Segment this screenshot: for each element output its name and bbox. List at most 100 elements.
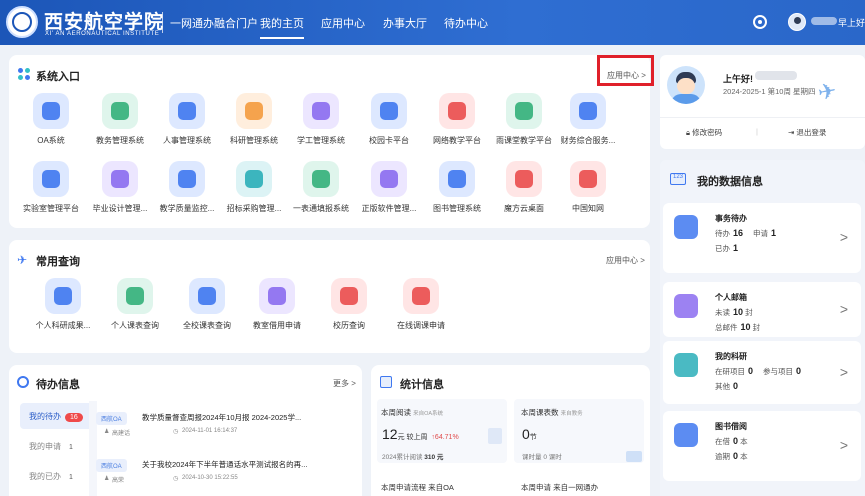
stat-apply-label: 本周申请 来自一网通办 <box>521 483 599 492</box>
plane-icon: ✈ <box>17 253 28 267</box>
app-tile[interactable]: 学工管理系统 <box>290 93 352 146</box>
school-seal-icon <box>6 6 38 38</box>
data-info-item[interactable]: 事务待办 待办 16 申请 1 已办 1 > <box>663 203 861 273</box>
data-item-field: 逾期 0 本 <box>715 451 748 461</box>
data-info-item[interactable]: 我的科研 在研项目 0 参与项目 0 其他 0 > <box>663 341 861 404</box>
stat-reading-change: ↑64.71% <box>431 434 459 441</box>
app-icon <box>506 93 542 129</box>
stats-title: 统计信息 <box>400 379 444 391</box>
data-item-field: 已办 1 <box>715 243 738 253</box>
query-tile[interactable]: 教室借用申请 <box>246 278 308 331</box>
app-icon <box>303 161 339 197</box>
tab-my-done[interactable]: 我的已办 1 <box>20 463 94 489</box>
logout-button[interactable]: ⇥ 退出登录 <box>788 127 826 138</box>
app-tile[interactable]: 教务管理系统 <box>89 93 151 146</box>
stat-reading-unit: 元 较上周 <box>397 434 428 441</box>
data-field-key: 总邮件 <box>715 323 738 332</box>
query-icon <box>189 278 225 314</box>
data-item-title: 个人邮箱 <box>715 293 747 302</box>
nav-todo-center[interactable]: 待办中心 <box>444 15 488 31</box>
query-label: 校历查询 <box>333 321 365 330</box>
app-tile[interactable]: 雨课堂教学平台 <box>493 93 555 146</box>
app-tile[interactable]: 魔方云桌面 <box>493 161 555 214</box>
app-tile[interactable]: 财务综合服务... <box>557 93 619 146</box>
stat-class-foot-label: 课时量 <box>522 454 542 461</box>
app-label: 学工管理系统 <box>297 136 345 145</box>
app-label: 网络教学平台 <box>433 136 481 145</box>
todo-more-link[interactable]: 更多 > <box>333 378 356 389</box>
top-greeting: 早上好 <box>838 18 865 28</box>
app-tile[interactable]: 招标采购管理... <box>223 161 285 214</box>
app-label: 一表通填报系统 <box>293 204 349 213</box>
app-tile[interactable]: 科研管理系统 <box>223 93 285 146</box>
data-field-key: 其他 <box>715 382 730 391</box>
nav-my-home[interactable]: 我的主页 <box>260 15 304 39</box>
profile-name-redacted <box>755 71 797 80</box>
app-tile[interactable]: 校园卡平台 <box>358 93 420 146</box>
todo-item-author: 高建话 <box>112 431 131 437</box>
change-password-label: 修改密码 <box>692 128 723 137</box>
query-tile[interactable]: 校历查询 <box>318 278 380 331</box>
query-tile[interactable]: 全校课表查询 <box>176 278 238 331</box>
gear-icon[interactable] <box>753 15 767 29</box>
portal-title[interactable]: 一网通办融合门户 <box>170 15 258 31</box>
app-tile[interactable]: 实验室管理平台 <box>20 161 82 214</box>
query-tile[interactable]: 个人科研成果... <box>32 278 94 331</box>
stat-class-number: 0 <box>522 426 530 442</box>
tab-my-applications-label: 我的申请 <box>29 442 61 451</box>
app-tile[interactable]: 正版软件管理... <box>358 161 420 214</box>
tab-my-todo[interactable]: 我的待办 16 <box>20 403 94 429</box>
query-icon <box>45 278 81 314</box>
chevron-right-icon[interactable]: > <box>840 229 848 245</box>
todo-source-tag: 西航OA <box>96 412 127 425</box>
stat-reading-label-text: 本周阅读 <box>381 408 411 417</box>
data-item-icon <box>674 353 698 377</box>
change-password-button[interactable]: 🔒︎ 修改密码 <box>686 127 722 138</box>
query-tile[interactable]: 在线调课申请 <box>390 278 452 331</box>
user-icon: ♟ <box>104 476 110 482</box>
tab-my-applications[interactable]: 我的申请 1 <box>20 433 94 459</box>
app-tile[interactable]: 人事管理系统 <box>156 93 218 146</box>
app-tile[interactable]: 一表通填报系统 <box>290 161 352 214</box>
stat-class-label-text: 本周课表数 <box>521 408 559 417</box>
data-info-item[interactable]: 个人邮箱 未读 10 封总邮件 10 封 > <box>663 282 861 337</box>
app-tile[interactable]: 中国知网 <box>557 161 619 214</box>
data-field-value: 0 <box>733 436 739 446</box>
app-tile[interactable]: 毕业设计管理... <box>89 161 151 214</box>
chevron-right-icon[interactable]: > <box>840 301 848 317</box>
query-tile[interactable]: 个人课表查询 <box>104 278 166 331</box>
chevron-right-icon[interactable]: > <box>840 364 848 380</box>
nav-app-center[interactable]: 应用中心 <box>321 15 365 31</box>
data-info-item[interactable]: 图书借阅 在借 0 本逾期 0 本 > <box>663 411 861 481</box>
applications-count: 1 <box>69 444 73 451</box>
lock-icon: 🔒︎ <box>686 128 690 137</box>
app-icon <box>439 93 475 129</box>
stats-card: 统计信息 本周阅读 来自OA系统 12元 较上周 ↑64.71% 2024累计阅… <box>371 365 650 496</box>
app-label: 科研管理系统 <box>230 136 278 145</box>
logout-icon: ⇥ <box>788 128 795 137</box>
nav-service-hall[interactable]: 办事大厅 <box>383 15 427 31</box>
app-icon <box>169 161 205 197</box>
app-tile[interactable]: OA系统 <box>20 93 82 146</box>
todo-source-tag: 西航OA <box>96 459 127 472</box>
user-avatar[interactable] <box>788 13 806 31</box>
data-item-field: 其他 0 <box>715 381 738 391</box>
data-item-field: 参与项目 0 <box>763 366 802 376</box>
stat-reading-foot: 2024累计阅读 310 元 <box>382 451 443 461</box>
query-label: 教室借用申请 <box>253 321 301 330</box>
app-tile[interactable]: 图书管理系统 <box>426 161 488 214</box>
data-item-title: 图书借阅 <box>715 422 747 431</box>
common-query-more-link[interactable]: 应用中心 > <box>606 255 645 266</box>
app-icon <box>236 161 272 197</box>
chevron-right-icon[interactable]: > <box>840 437 848 453</box>
app-tile[interactable]: 教学质量监控... <box>156 161 218 214</box>
query-label: 全校课表查询 <box>183 321 231 330</box>
todo-count-badge: 16 <box>65 413 83 422</box>
profile-avatar <box>667 66 705 104</box>
app-tile[interactable]: 网络教学平台 <box>426 93 488 146</box>
data-field-value: 0 <box>796 366 802 376</box>
data-item-title: 事务待办 <box>715 214 747 223</box>
tab-my-done-label: 我的已办 <box>29 472 61 481</box>
app-label: OA系统 <box>37 136 65 145</box>
data-field-key: 逾期 <box>715 452 730 461</box>
